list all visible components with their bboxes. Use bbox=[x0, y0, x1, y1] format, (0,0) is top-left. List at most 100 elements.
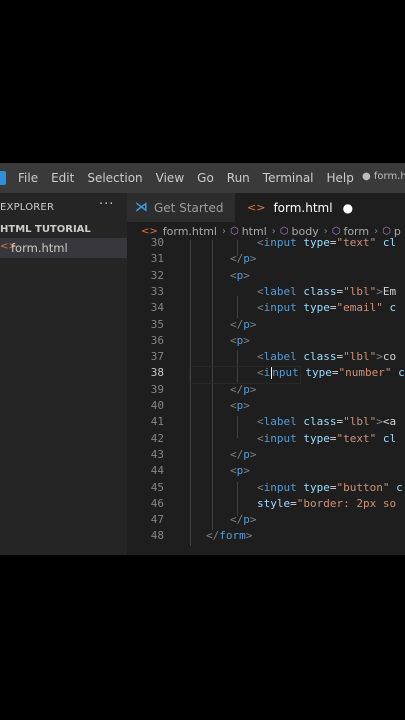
tab-get-started[interactable]: ⋊ Get Started bbox=[127, 193, 235, 222]
menu-file[interactable]: File bbox=[18, 171, 38, 185]
element-icon: ⬡ bbox=[331, 225, 341, 237]
code-token: "text" bbox=[336, 431, 377, 445]
code-token: co bbox=[382, 350, 397, 364]
code-token: < bbox=[257, 236, 264, 249]
code-token: "lbl" bbox=[343, 284, 377, 298]
line-number: 35 bbox=[150, 317, 164, 331]
code-line[interactable]: 40 <p> bbox=[127, 399, 405, 415]
code-editor[interactable]: 30 <input type="text" cl 31 </p> 32 <p> 33 <lab… bbox=[127, 236, 405, 555]
line-number: 30 bbox=[150, 236, 164, 249]
code-line[interactable]: 38 <i nput type="number" c bbox=[127, 366, 405, 385]
code-token: </ bbox=[206, 529, 220, 543]
code-line[interactable]: 47 </p> bbox=[127, 513, 405, 529]
code-text: </p> bbox=[230, 448, 257, 461]
tab-bar: ⋊ Get Started <> form.html ● bbox=[127, 193, 405, 222]
tab-form-html[interactable]: <> form.html ● bbox=[235, 193, 405, 222]
code-line[interactable]: 43 </p> bbox=[127, 448, 405, 464]
code-token: "text" bbox=[336, 236, 377, 249]
code-token: class bbox=[303, 350, 337, 364]
code-token: > bbox=[243, 399, 250, 412]
code-token: input bbox=[263, 301, 297, 315]
line-number: 42 bbox=[150, 431, 164, 445]
element-icon: ⬡ bbox=[382, 225, 391, 237]
code-text: <p> bbox=[230, 269, 250, 282]
code-token: "email" bbox=[336, 301, 383, 315]
code-token: form bbox=[219, 529, 246, 543]
code-text: <p> bbox=[230, 399, 250, 412]
code-text: <input type="email" c bbox=[257, 301, 396, 314]
code-token: > bbox=[249, 382, 257, 396]
code-token: type bbox=[303, 431, 330, 445]
html-file-icon: <> bbox=[141, 225, 158, 237]
menu-selection[interactable]: Selection bbox=[87, 171, 142, 185]
line-number: 31 bbox=[150, 252, 164, 266]
code-token: p bbox=[243, 513, 250, 527]
code-token: </ bbox=[230, 317, 244, 331]
code-token: type bbox=[303, 301, 330, 315]
code-text: <label class="lbl">co bbox=[257, 350, 396, 363]
code-line[interactable]: 39 </p> bbox=[127, 383, 405, 399]
code-line[interactable]: 33 <label class="lbl">Em bbox=[127, 285, 405, 301]
code-text: </form> bbox=[206, 529, 252, 542]
code-line[interactable]: 44 <p> bbox=[127, 464, 405, 480]
code-line[interactable]: 46 style="border: 2px so bbox=[127, 497, 405, 513]
code-token: "number" bbox=[338, 366, 392, 380]
line-number: 47 bbox=[150, 513, 164, 527]
menu-run[interactable]: Run bbox=[227, 171, 250, 185]
menu-bar: File Edit Selection View Go Run Terminal… bbox=[0, 163, 405, 193]
code-token: > bbox=[376, 284, 383, 298]
menu-view[interactable]: View bbox=[156, 171, 184, 185]
line-number: 40 bbox=[150, 399, 164, 412]
line-number: 37 bbox=[150, 350, 164, 364]
workspace-folder[interactable]: HTML TUTORIAL bbox=[0, 224, 91, 235]
line-number: 44 bbox=[150, 464, 164, 478]
code-line[interactable]: 30 <input type="text" cl bbox=[127, 236, 405, 252]
code-token: < bbox=[257, 301, 264, 315]
unsaved-dot-icon[interactable]: ● bbox=[343, 201, 353, 215]
explorer-file-item[interactable]: <> form.html bbox=[0, 238, 127, 258]
code-text: <p> bbox=[230, 334, 250, 347]
code-token: "lbl" bbox=[343, 350, 377, 364]
code-token: type bbox=[303, 236, 330, 249]
code-token: </ bbox=[230, 382, 244, 396]
code-token: c bbox=[398, 366, 405, 380]
vscode-tab-icon: ⋊ bbox=[135, 200, 148, 215]
code-text: style="border: 2px so bbox=[257, 497, 396, 510]
code-line[interactable]: 35 </p> bbox=[127, 318, 405, 334]
code-token: = bbox=[329, 236, 337, 249]
code-token: cl bbox=[382, 236, 397, 249]
menu-terminal[interactable]: Terminal bbox=[263, 171, 314, 185]
code-token: p bbox=[243, 252, 250, 266]
code-line[interactable]: 36 <p> bbox=[127, 334, 405, 350]
code-line[interactable]: 37 <label class="lbl">co bbox=[127, 350, 405, 366]
code-token: > bbox=[243, 333, 250, 347]
code-token: type bbox=[305, 366, 332, 380]
code-line[interactable]: 31 </p> bbox=[127, 252, 405, 268]
code-token: label bbox=[263, 284, 297, 298]
code-line[interactable]: 45 <input type="button" c bbox=[127, 481, 405, 497]
code-line[interactable]: 41 <label class="lbl"><a bbox=[127, 415, 405, 431]
code-line[interactable]: 42 <input type="text" cl bbox=[127, 432, 405, 448]
menu-help[interactable]: Help bbox=[327, 171, 354, 185]
more-actions-icon[interactable]: ··· bbox=[99, 197, 114, 212]
code-text: </p> bbox=[230, 383, 257, 396]
code-token: cl bbox=[382, 431, 397, 445]
code-token: > bbox=[376, 350, 383, 364]
code-token: < bbox=[230, 399, 237, 412]
code-token: > bbox=[376, 415, 383, 429]
code-line[interactable]: 48 </form> bbox=[127, 529, 405, 545]
menu-edit[interactable]: Edit bbox=[51, 171, 74, 185]
code-token: = bbox=[329, 431, 337, 445]
menu-go[interactable]: Go bbox=[197, 171, 214, 185]
explorer-sidebar: EXPLORER ··· HTML TUTORIAL <> form.html bbox=[0, 193, 127, 555]
code-token: label bbox=[263, 415, 297, 429]
code-line[interactable]: 34 <input type="email" c bbox=[127, 301, 405, 317]
code-token: class bbox=[303, 415, 337, 429]
code-token: </ bbox=[230, 252, 244, 266]
code-token: < bbox=[230, 268, 237, 282]
code-token: > bbox=[245, 529, 253, 543]
line-number: 48 bbox=[150, 529, 164, 543]
line-number: 46 bbox=[150, 496, 164, 510]
code-line[interactable]: 32 <p> bbox=[127, 269, 405, 285]
line-number: 45 bbox=[150, 480, 164, 494]
